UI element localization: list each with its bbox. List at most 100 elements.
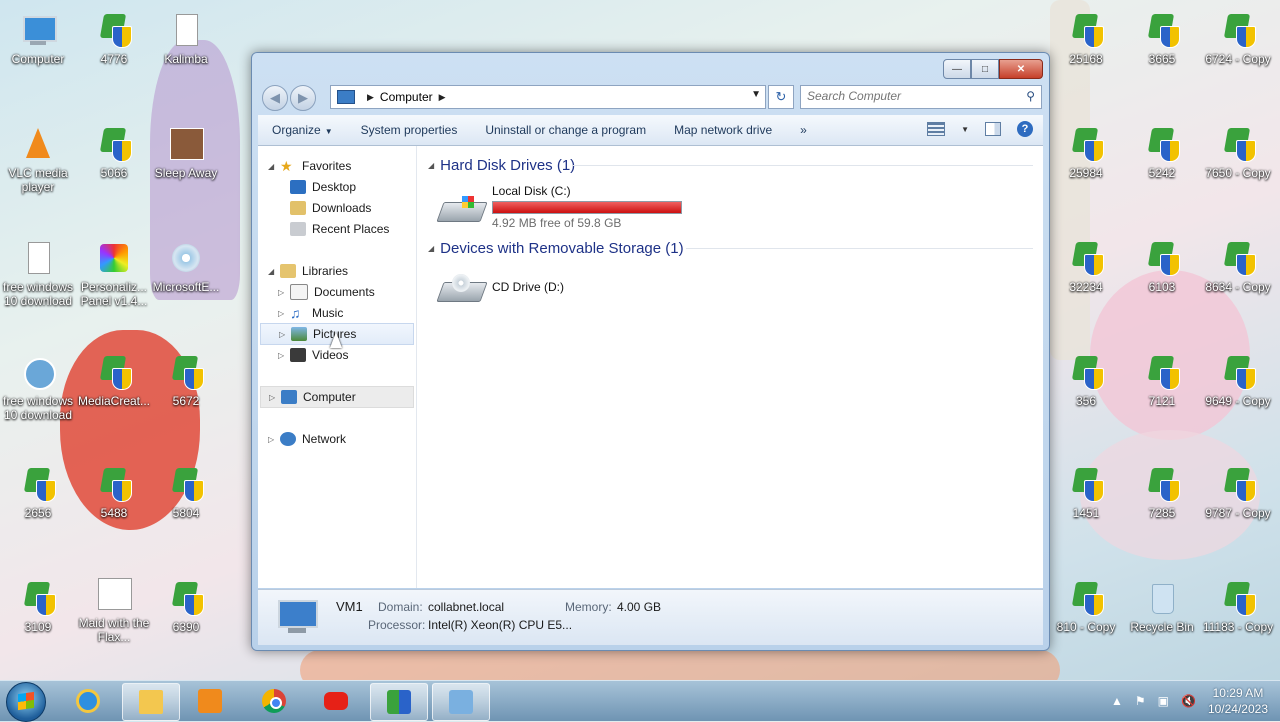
address-dropdown-icon[interactable]: ▼ xyxy=(751,89,761,100)
minimize-button[interactable]: — xyxy=(943,59,971,79)
desktop-icon-3109[interactable]: 3109 xyxy=(0,574,76,648)
maximize-button[interactable]: □ xyxy=(971,59,999,79)
group-hard-disk-drives[interactable]: ◢ Hard Disk Drives (1) xyxy=(428,154,575,176)
nav-music[interactable]: ▷ ♫ Music xyxy=(278,303,343,323)
desktop-icon-11183-copy[interactable]: 11183 - Copy xyxy=(1200,574,1276,648)
taskbar-youtube[interactable] xyxy=(308,683,364,719)
uninstall-program-button[interactable]: Uninstall or change a program xyxy=(471,123,660,137)
desktop-icon-25984[interactable]: 25984 xyxy=(1048,120,1124,194)
desktop-icon-7650-copy[interactable]: 7650 - Copy xyxy=(1200,120,1276,194)
network-status-icon[interactable]: ▣ xyxy=(1158,694,1169,708)
nav-downloads[interactable]: Downloads xyxy=(278,198,371,218)
breadcrumb-arrow-icon[interactable]: ▶ xyxy=(439,92,446,103)
desktop-icon-810-copy[interactable]: 810 - Copy xyxy=(1048,574,1124,648)
group-removable-storage[interactable]: ◢ Devices with Removable Storage (1) xyxy=(428,237,684,259)
taskbar-shortcut-app[interactable] xyxy=(370,683,428,721)
desktop-icon-5066[interactable]: 5066 xyxy=(76,120,152,194)
desktop-icon-5672[interactable]: 5672 xyxy=(148,348,224,422)
desktop-icon-vlc[interactable]: VLC media player xyxy=(0,120,76,194)
preview-pane-icon[interactable] xyxy=(985,122,1001,136)
forward-button[interactable]: ▶ xyxy=(290,85,316,111)
desktop-icon-9787-copy[interactable]: 9787 - Copy xyxy=(1200,460,1276,534)
desktop-icon-microsofte[interactable]: MicrosoftE... xyxy=(148,234,224,308)
view-dropdown-icon[interactable]: ▼ xyxy=(961,125,969,134)
navigation-pane: ◢ ★ Favorites Desktop Downloads Recent Pla… xyxy=(258,146,417,588)
desktop-icon-1451[interactable]: 1451 xyxy=(1048,460,1124,534)
desktop-icon-mediacreat[interactable]: MediaCreat... xyxy=(76,348,152,422)
change-view-icon[interactable] xyxy=(927,122,946,136)
breadcrumb-arrow-icon[interactable]: ▶ xyxy=(367,92,374,103)
desktop-icon-8634-copy[interactable]: 8634 - Copy xyxy=(1200,234,1276,308)
refresh-button[interactable]: ↻ xyxy=(768,85,794,109)
desktop-icon-5242[interactable]: 5242 xyxy=(1124,120,1200,194)
desktop-icon-7285[interactable]: 7285 xyxy=(1124,460,1200,534)
nav-recent-places[interactable]: Recent Places xyxy=(278,219,389,239)
help-icon[interactable]: ? xyxy=(1017,121,1033,137)
search-icon[interactable]: ⚲ xyxy=(1026,89,1035,103)
expand-arrow-icon[interactable]: ▷ xyxy=(269,393,281,402)
show-hidden-icons-icon[interactable]: ▲ xyxy=(1111,694,1123,708)
desktop-icon-kalimba[interactable]: Kalimba xyxy=(148,6,224,80)
address-bar[interactable]: ▶ Computer ▶ ▼ xyxy=(330,85,766,109)
taskbar-control-panel[interactable] xyxy=(432,683,490,721)
nav-libraries[interactable]: ◢ Libraries xyxy=(268,261,348,281)
more-commands-button[interactable]: » xyxy=(786,123,821,137)
taskbar-internet-explorer[interactable] xyxy=(60,683,116,719)
desktop-icon-5804[interactable]: 5804 xyxy=(148,460,224,534)
desktop-icon-6103[interactable]: 6103 xyxy=(1124,234,1200,308)
desktop-icon-356[interactable]: 356 xyxy=(1048,348,1124,422)
desktop-icon-free-windows-2[interactable]: free windows 10 download xyxy=(0,348,76,422)
expand-arrow-icon[interactable]: ▷ xyxy=(278,288,290,297)
drive-d[interactable]: CD Drive (D:) xyxy=(438,274,564,304)
desktop-icon-2656[interactable]: 2656 xyxy=(0,460,76,534)
desktop-icon-computer[interactable]: Computer xyxy=(0,6,76,80)
expand-arrow-icon[interactable]: ▷ xyxy=(268,435,280,444)
collapse-arrow-icon[interactable]: ◢ xyxy=(428,161,434,170)
nav-favorites[interactable]: ◢ ★ Favorites xyxy=(268,156,351,176)
taskbar-windows-explorer[interactable] xyxy=(122,683,180,721)
desktop-icon-5488[interactable]: 5488 xyxy=(76,460,152,534)
chrome-icon xyxy=(262,689,286,713)
desktop-icon-9649-copy[interactable]: 9649 - Copy xyxy=(1200,348,1276,422)
search-input[interactable] xyxy=(801,86,1023,106)
breadcrumb-computer[interactable]: Computer xyxy=(380,90,433,104)
collapse-arrow-icon[interactable]: ◢ xyxy=(428,244,434,253)
action-center-flag-icon[interactable]: ⚑ xyxy=(1135,694,1146,708)
start-button[interactable] xyxy=(6,682,46,722)
desktop-icon-32234[interactable]: 32234 xyxy=(1048,234,1124,308)
taskbar-media-player[interactable] xyxy=(182,683,238,719)
map-network-drive-button[interactable]: Map network drive xyxy=(660,123,786,137)
system-properties-button[interactable]: System properties xyxy=(347,123,472,137)
collapse-arrow-icon[interactable]: ◢ xyxy=(268,267,280,276)
nav-network[interactable]: ▷ Network xyxy=(268,429,346,449)
expand-arrow-icon[interactable]: ▷ xyxy=(278,351,290,360)
nav-computer[interactable]: ▷ Computer xyxy=(260,386,414,408)
expand-arrow-icon[interactable]: ▷ xyxy=(278,309,290,318)
system-tray: ▲ ⚑ ▣ 🔇 10:29 AM 10/24/2023 xyxy=(1105,681,1280,721)
desktop-icon-sleep-away[interactable]: Sleep Away xyxy=(148,120,224,194)
expand-arrow-icon[interactable]: ▷ xyxy=(279,330,291,339)
desktop-icon-free-windows-1[interactable]: free windows 10 download xyxy=(0,234,76,308)
desktop-icon-3665[interactable]: 3665 xyxy=(1124,6,1200,80)
back-button[interactable]: ◀ xyxy=(262,85,288,111)
desktop-icon-6390[interactable]: 6390 xyxy=(148,574,224,648)
desktop-icon-maid-with-the-flax[interactable]: Maid with the Flax... xyxy=(76,570,152,644)
nav-documents[interactable]: ▷ Documents xyxy=(278,282,375,302)
explorer-window: — □ ✕ ◀ ▶ ▶ Computer ▶ ▼ ↻ ⚲ Organize▼ S… xyxy=(251,52,1050,651)
desktop-icon-25168[interactable]: 25168 xyxy=(1048,6,1124,80)
clock[interactable]: 10:29 AM 10/24/2023 xyxy=(1208,685,1268,717)
collapse-arrow-icon[interactable]: ◢ xyxy=(268,162,280,171)
desktop-icon-personalization-panel[interactable]: Personaliz... Panel v1.4... xyxy=(76,234,152,308)
volume-muted-icon[interactable]: 🔇 xyxy=(1181,694,1196,708)
desktop-icon-4776[interactable]: 4776 xyxy=(76,6,152,80)
organize-button[interactable]: Organize ▼ xyxy=(258,123,347,137)
desktop-icon-6724-copy[interactable]: 6724 - Copy xyxy=(1200,6,1276,80)
taskbar-chrome[interactable] xyxy=(246,683,302,719)
nav-desktop[interactable]: Desktop xyxy=(278,177,356,197)
search-box[interactable]: ⚲ xyxy=(800,85,1042,109)
desktop-icon-7121[interactable]: 7121 xyxy=(1124,348,1200,422)
close-button[interactable]: ✕ xyxy=(999,59,1043,79)
nav-videos[interactable]: ▷ Videos xyxy=(278,345,348,365)
desktop-icon-recycle-bin[interactable]: Recycle Bin xyxy=(1124,574,1200,648)
drive-c[interactable]: Local Disk (C:) 4.92 MB free of 59.8 GB xyxy=(438,184,682,230)
